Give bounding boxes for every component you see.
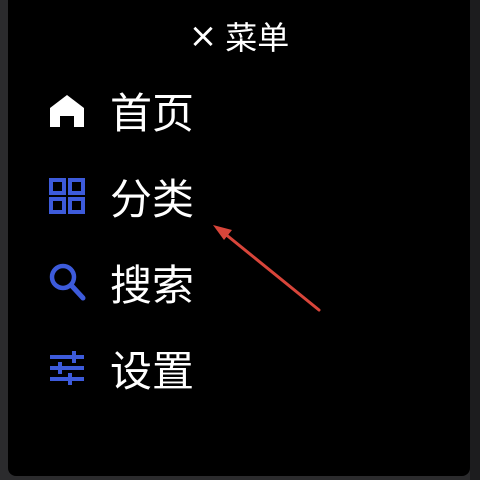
menu-item-label: 搜索 xyxy=(110,260,195,310)
menu-item-search[interactable]: 搜索 xyxy=(46,252,194,312)
grid-icon xyxy=(46,175,88,217)
menu-title: 菜单 xyxy=(225,19,290,57)
device-frame-edge xyxy=(470,0,480,480)
menu-item-label: 分类 xyxy=(110,174,195,224)
menu-item-settings[interactable]: 设置 xyxy=(46,338,194,398)
sliders-icon xyxy=(46,347,88,389)
menu-item-label: 首页 xyxy=(110,88,195,138)
home-icon xyxy=(46,89,88,131)
menu-item-home[interactable]: 首页 xyxy=(46,80,194,140)
menu-item-label: 设置 xyxy=(110,346,195,396)
search-icon xyxy=(46,261,88,303)
close-icon[interactable]: × xyxy=(189,19,218,53)
menu-screen: × 菜单 首页 分类 搜索 设置 xyxy=(8,0,470,476)
menu-item-category[interactable]: 分类 xyxy=(46,166,194,226)
menu-header: × 菜单 xyxy=(8,14,470,58)
